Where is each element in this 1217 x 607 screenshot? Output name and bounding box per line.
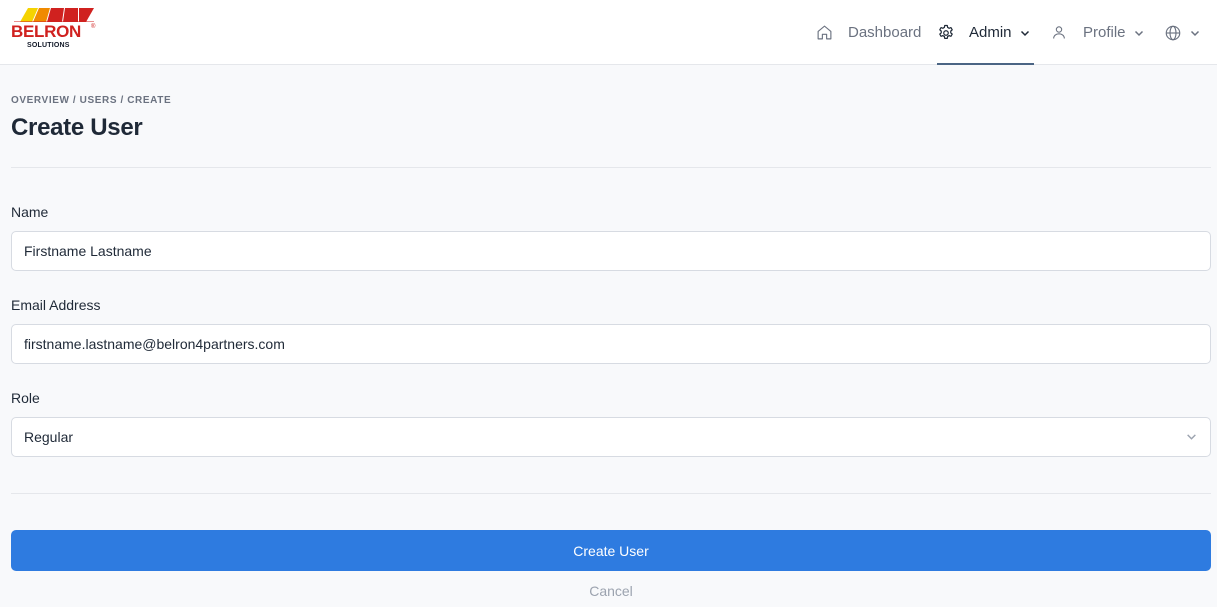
name-label: Name: [11, 204, 49, 220]
globe-icon: [1165, 25, 1181, 40]
gear-icon: [939, 24, 953, 39]
logo-text: BELRON: [11, 22, 81, 41]
home-icon: [817, 25, 832, 40]
cancel-link[interactable]: Cancel: [0, 583, 1217, 599]
chevron-down-icon: [1020, 30, 1029, 36]
nav-active-indicator: [937, 63, 1034, 65]
role-select-value: Regular: [11, 417, 1211, 457]
chevron-down-icon: [1190, 30, 1200, 36]
form-divider: [11, 493, 1211, 494]
create-user-button[interactable]: Create User: [11, 530, 1211, 571]
breadcrumb: OVERVIEW / USERS / CREATE: [11, 95, 172, 106]
chevron-down-icon: [1187, 434, 1196, 440]
header-divider: [11, 167, 1211, 168]
role-select[interactable]: Regular: [11, 417, 1211, 457]
page-title: Create User: [11, 114, 143, 141]
nav-admin-label: Admin: [969, 24, 1012, 41]
nav-profile-label: Profile: [1083, 24, 1126, 41]
name-input[interactable]: [11, 231, 1211, 271]
email-label: Email Address: [11, 297, 101, 313]
logo-registered-mark: ®: [91, 24, 96, 30]
brand-logo[interactable]: BELRON ® SOLUTIONS: [11, 8, 101, 54]
role-label: Role: [11, 390, 40, 406]
nav-profile[interactable]: Profile: [1051, 0, 1144, 65]
nav-dashboard-label: Dashboard: [848, 24, 922, 41]
nav-admin[interactable]: Admin: [937, 0, 1030, 65]
user-icon: [1053, 26, 1065, 39]
top-header: BELRON ® SOLUTIONS Dashboard Admin Profi…: [0, 0, 1217, 65]
nav-dashboard[interactable]: Dashboard: [816, 0, 921, 65]
logo-bars-icon: [14, 8, 94, 22]
nav-language[interactable]: [1164, 0, 1200, 65]
email-input[interactable]: [11, 324, 1211, 364]
chevron-down-icon: [1134, 30, 1143, 36]
logo-subtext: SOLUTIONS: [27, 42, 70, 49]
